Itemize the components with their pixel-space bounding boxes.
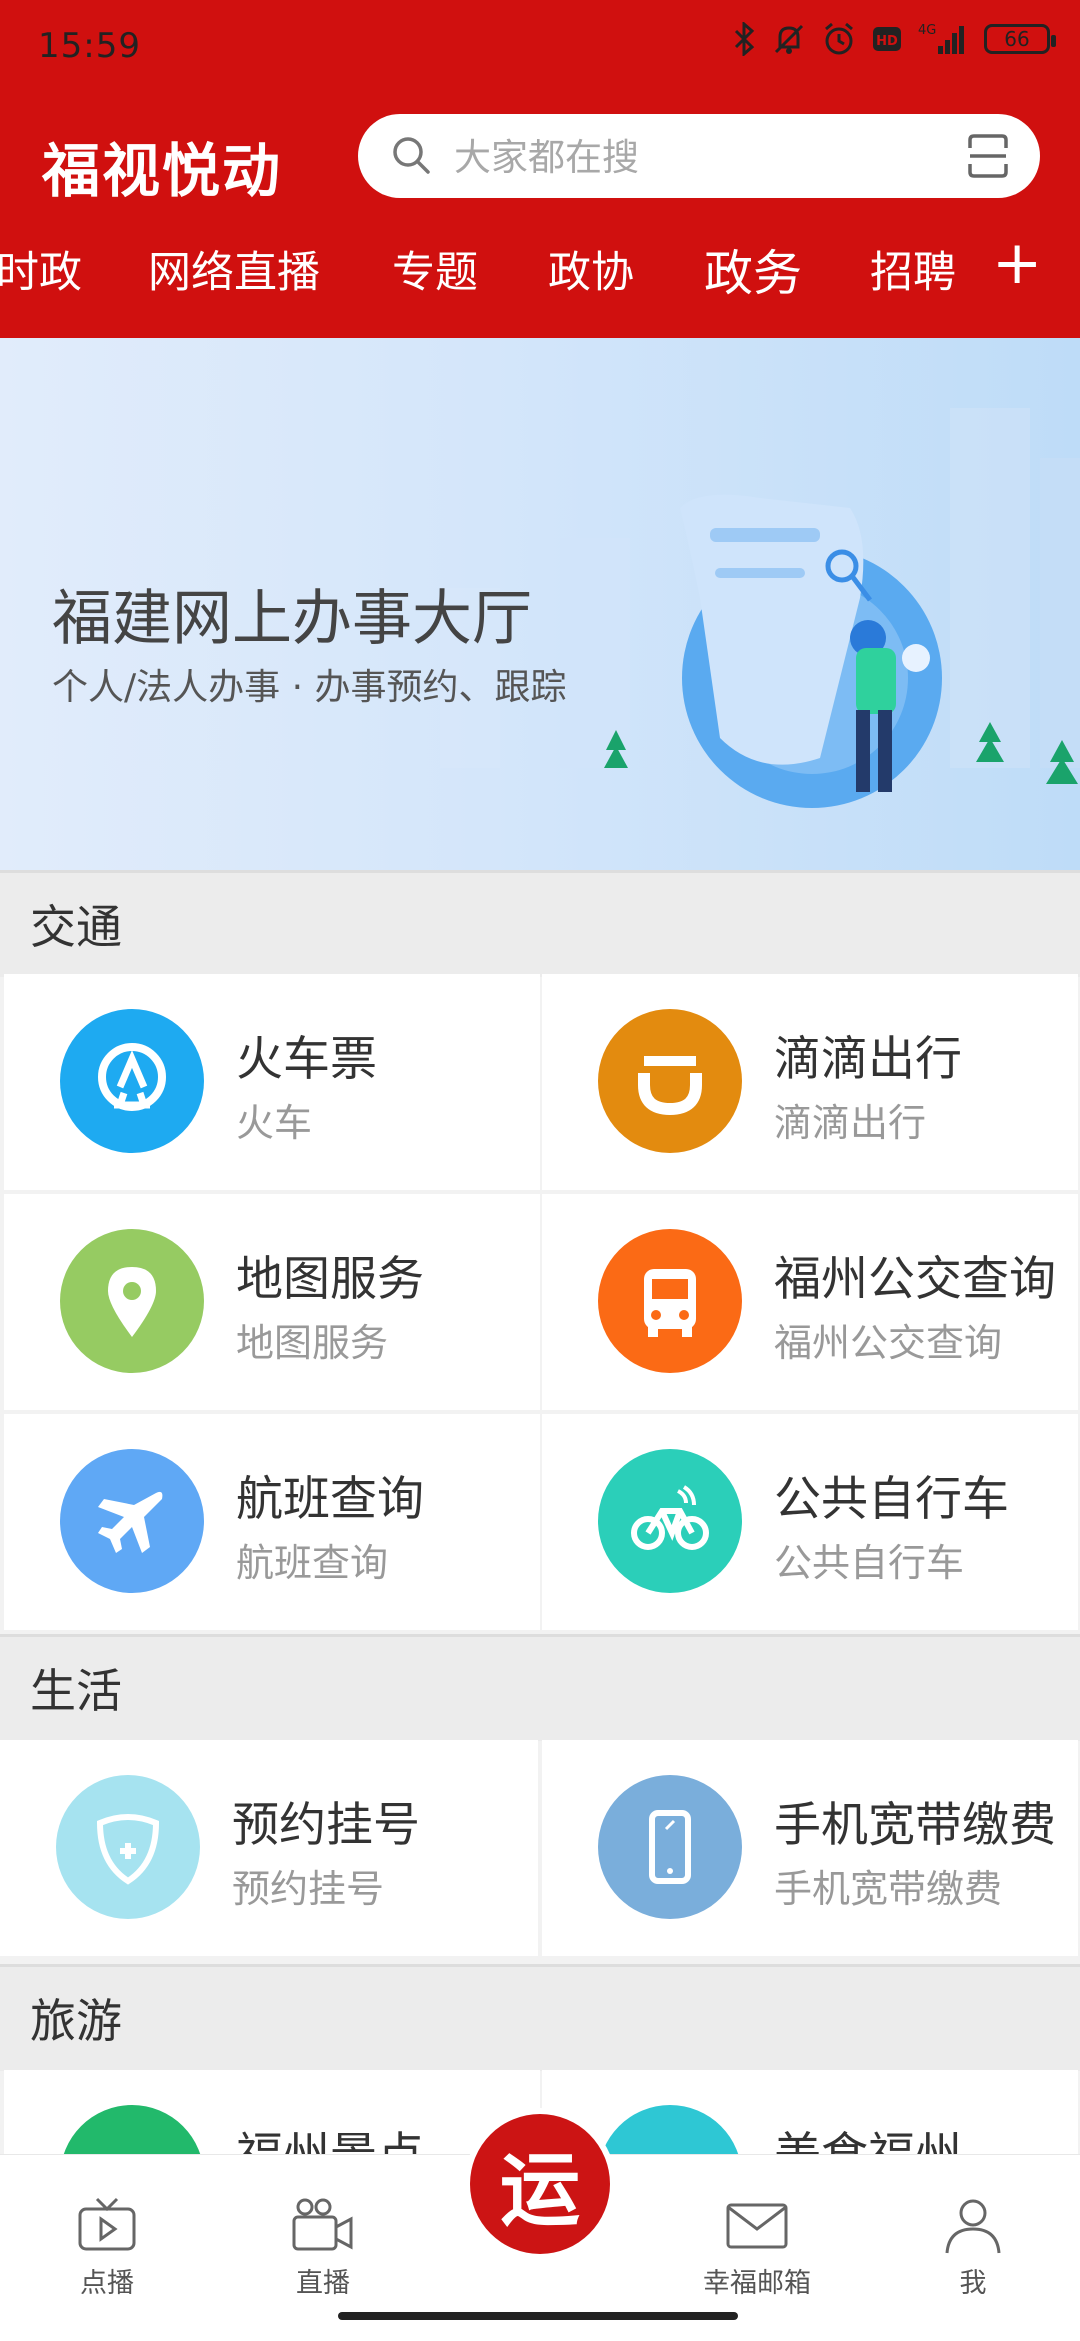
bus-icon <box>598 1229 742 1373</box>
tab-government[interactable]: 政务 <box>704 234 802 305</box>
mute-bell-icon <box>774 24 804 54</box>
category-tabs: 时政 网络直播 专题 政协 政务 招聘 + <box>0 228 1080 314</box>
section-title: 生活 <box>30 1664 122 1718</box>
service-subtitle: 公共自行车 <box>774 1541 965 1585</box>
section-header-traffic: 交通 <box>0 870 1080 977</box>
header: 15:59 HD 4G 66 福视悦动 时政 网络直播 专题 政协 政务 招聘 … <box>0 0 1080 338</box>
section-header-life: 生活 <box>0 1634 1080 1741</box>
service-subtitle: 火车 <box>236 1101 313 1145</box>
service-subtitle: 预约挂号 <box>232 1867 385 1911</box>
tab-cppcc[interactable]: 政协 <box>548 238 634 300</box>
section-title: 旅游 <box>30 1994 122 2048</box>
tab-jobs[interactable]: 招聘 <box>870 238 956 300</box>
service-map[interactable]: 地图服务 地图服务 <box>4 1194 540 1410</box>
banner-subtitle: 个人/法人办事 · 办事预约、跟踪 <box>52 667 567 708</box>
didi-icon <box>598 1009 742 1153</box>
nav-mailbox[interactable]: 幸福邮箱 <box>682 2195 832 2300</box>
nav-live[interactable]: 直播 <box>248 2195 398 2300</box>
search-input[interactable] <box>452 126 906 188</box>
home-indicator[interactable] <box>338 2312 738 2320</box>
airplane-icon <box>60 1449 204 1593</box>
service-subtitle: 航班查询 <box>236 1541 389 1585</box>
status-time: 15:59 <box>38 26 141 66</box>
service-didi[interactable]: 滴滴出行 滴滴出行 <box>542 974 1078 1190</box>
service-subtitle: 福州公交查询 <box>774 1321 1003 1365</box>
center-home-button[interactable]: 运 <box>470 2114 610 2254</box>
service-fuzhou-bus[interactable]: 福州公交查询 福州公交查询 <box>542 1194 1078 1410</box>
search-bar[interactable] <box>358 114 1040 198</box>
nav-label: 直播 <box>296 2268 350 2299</box>
nav-label: 幸福邮箱 <box>703 2268 811 2299</box>
section-title: 交通 <box>30 900 122 954</box>
battery-icon: 66 <box>984 24 1056 54</box>
tab-topics[interactable]: 专题 <box>392 238 478 300</box>
banner-title: 福建网上办事大厅 <box>52 584 532 654</box>
bluetooth-icon <box>734 22 755 56</box>
map-pin-icon <box>60 1229 204 1373</box>
tv-play-icon <box>78 2197 136 2251</box>
medical-icon <box>56 1775 200 1919</box>
service-subtitle: 手机宽带缴费 <box>774 1867 1003 1911</box>
scan-icon[interactable] <box>966 132 1010 180</box>
service-title: 公共自行车 <box>774 1472 1009 1527</box>
service-title: 手机宽带缴费 <box>774 1798 1056 1853</box>
banner[interactable]: 福建网上办事大厅 个人/法人办事 · 办事预约、跟踪 <box>0 338 1080 870</box>
tab-shizheng[interactable]: 时政 <box>0 238 82 300</box>
hd-icon: HD <box>873 27 901 51</box>
service-title: 滴滴出行 <box>774 1032 962 1087</box>
service-public-bike[interactable]: 公共自行车 公共自行车 <box>542 1414 1078 1630</box>
service-train-ticket[interactable]: 火车票 火车 <box>4 974 540 1190</box>
status-icons: HD 4G 66 <box>732 22 1056 56</box>
section-header-travel: 旅游 <box>0 1964 1080 2071</box>
center-logo: 运 <box>500 2143 580 2237</box>
train-icon <box>60 1009 204 1153</box>
status-bar: 15:59 HD 4G 66 <box>0 0 1080 96</box>
nav-label: 点播 <box>80 2268 134 2299</box>
nav-label: 我 <box>959 2268 987 2299</box>
svg-text:HD: HD <box>876 34 898 49</box>
signal-icon: 4G <box>918 23 964 54</box>
service-flight[interactable]: 航班查询 航班查询 <box>4 1414 540 1630</box>
service-subtitle: 滴滴出行 <box>774 1101 927 1145</box>
service-title: 预约挂号 <box>232 1798 420 1853</box>
phone-icon <box>598 1775 742 1919</box>
nav-me[interactable]: 我 <box>898 2195 1048 2300</box>
service-title: 火车票 <box>236 1032 377 1087</box>
tab-live[interactable]: 网络直播 <box>148 238 320 300</box>
bicycle-icon <box>598 1449 742 1593</box>
mail-icon <box>726 2203 788 2249</box>
service-hospital-appointment[interactable]: 预约挂号 预约挂号 <box>0 1740 538 1956</box>
svg-text:4G: 4G <box>918 23 936 38</box>
app-logo: 福视悦动 <box>42 137 283 205</box>
video-camera-icon <box>292 2198 353 2251</box>
service-title: 航班查询 <box>236 1472 424 1527</box>
user-icon <box>945 2199 1001 2254</box>
service-subtitle: 地图服务 <box>236 1321 389 1365</box>
search-icon <box>393 137 430 174</box>
add-tab-button[interactable]: + <box>992 228 1042 298</box>
service-title: 福州公交查询 <box>774 1252 1056 1307</box>
alarm-icon <box>825 22 853 55</box>
nav-vod[interactable]: 点播 <box>32 2195 182 2300</box>
service-title: 地图服务 <box>236 1252 424 1307</box>
service-phone-broadband[interactable]: 手机宽带缴费 手机宽带缴费 <box>542 1740 1078 1956</box>
